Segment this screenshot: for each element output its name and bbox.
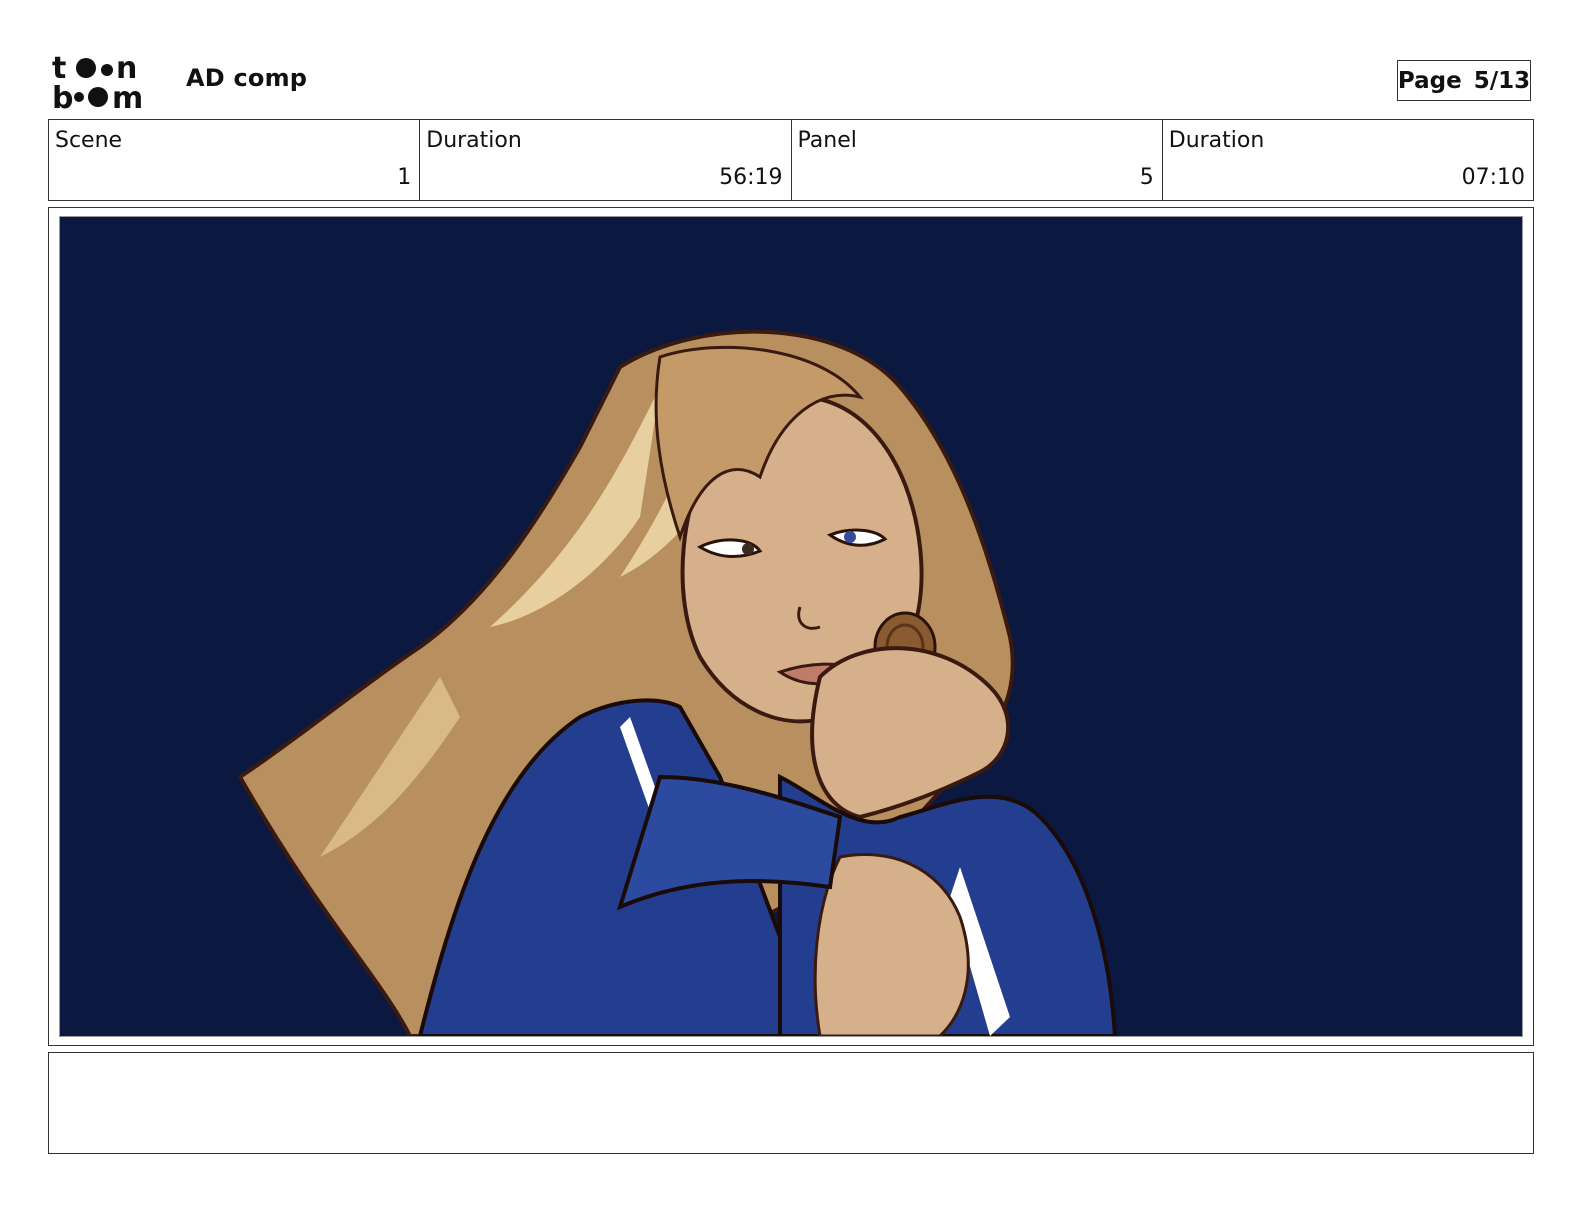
toon-boom-logo: t n b m xyxy=(52,51,164,116)
scene-label: Scene xyxy=(55,128,123,153)
panel-info-row: Scene 1 Duration 56:19 Panel 5 Duration … xyxy=(48,119,1534,201)
panel-duration-cell: Duration 07:10 xyxy=(1163,120,1533,200)
svg-text:m: m xyxy=(112,81,143,110)
scene-duration-cell: Duration 56:19 xyxy=(420,120,792,200)
panel-cell: Panel 5 xyxy=(792,120,1163,200)
page-indicator: Page 5/13 xyxy=(1397,60,1531,101)
scene-value: 1 xyxy=(397,165,412,190)
svg-text:b: b xyxy=(52,81,73,110)
page-number: 5/13 xyxy=(1473,67,1531,94)
panel-value: 5 xyxy=(1139,165,1154,190)
storyboard-panel-illustration xyxy=(59,216,1523,1037)
panel-frame xyxy=(48,207,1534,1046)
panel-notes-box[interactable] xyxy=(48,1052,1534,1154)
project-title: AD comp xyxy=(186,64,308,92)
panel-label: Panel xyxy=(797,128,857,153)
panel-duration-value: 07:10 xyxy=(1461,165,1525,190)
scene-cell: Scene 1 xyxy=(49,120,421,200)
page-label: Page xyxy=(1397,67,1462,94)
panel-duration-label: Duration xyxy=(1168,128,1265,153)
scene-duration-value: 56:19 xyxy=(719,165,783,190)
scene-duration-label: Duration xyxy=(426,128,522,153)
